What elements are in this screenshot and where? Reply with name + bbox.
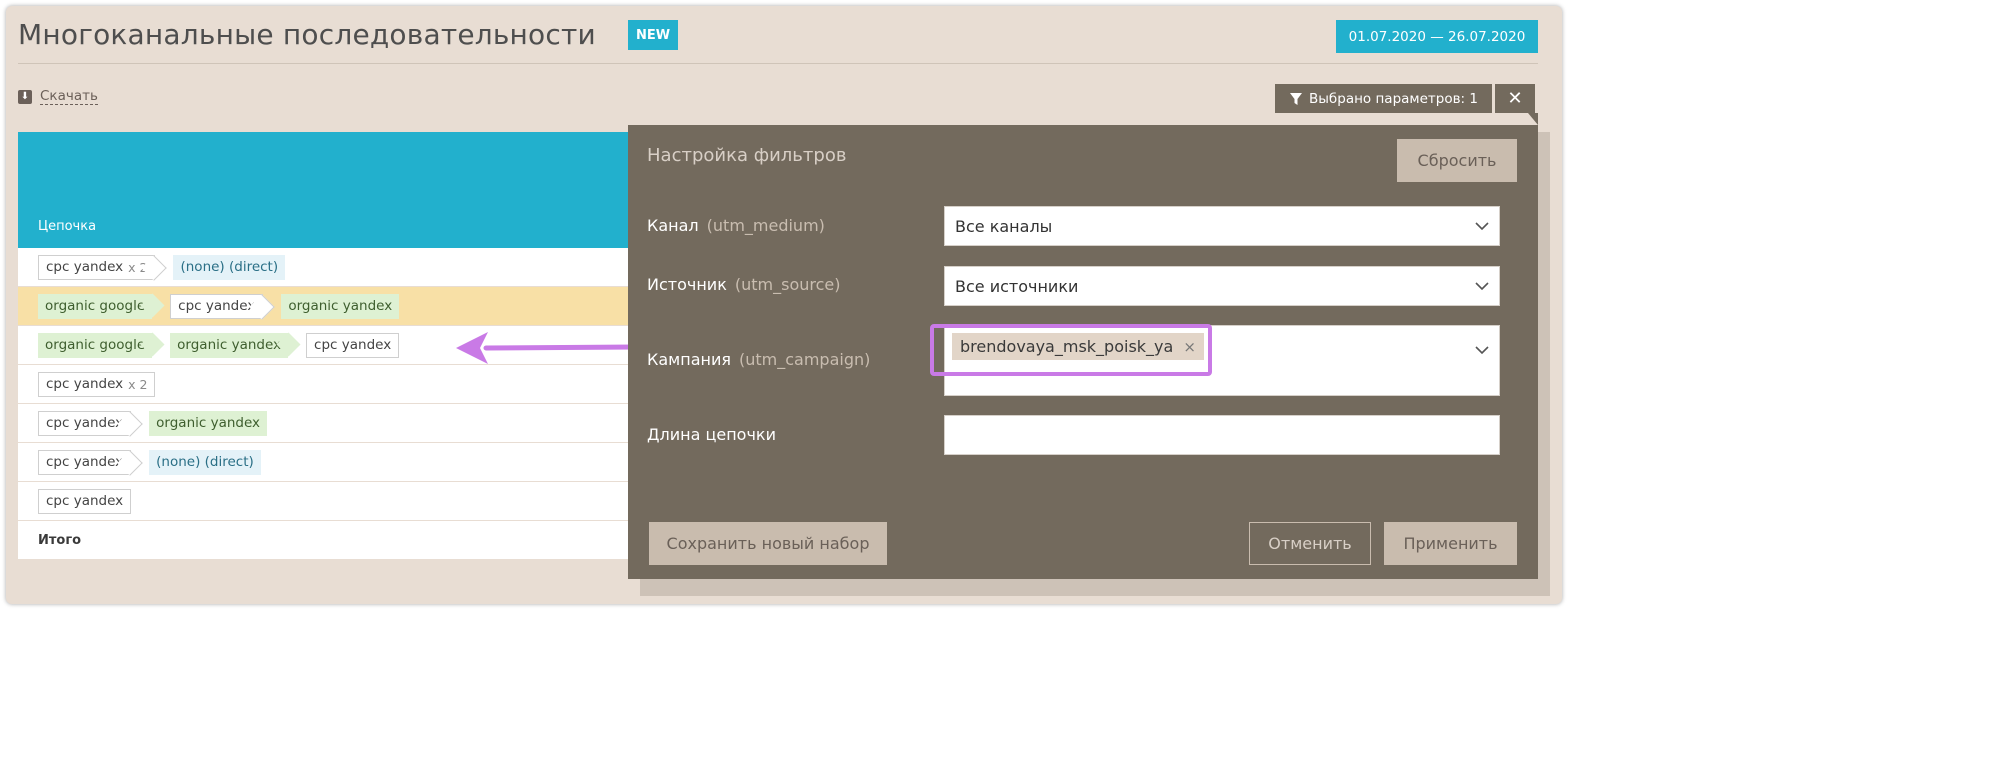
- channel-select[interactable]: Все каналы: [944, 206, 1500, 246]
- chevron-down-icon: [1475, 346, 1489, 355]
- campaign-hint: (utm_campaign): [738, 350, 871, 369]
- channel-label-text: Канал: [647, 216, 699, 235]
- table-row[interactable]: organic google cpc yandex organic yandex: [18, 287, 638, 326]
- table-header: Цепочка: [18, 132, 638, 248]
- source-select[interactable]: Все источники: [944, 266, 1500, 306]
- source-select-value: Все источники: [955, 276, 1079, 296]
- cancel-button[interactable]: Отменить: [1249, 522, 1371, 565]
- header-divider: [18, 63, 1538, 64]
- chain-step-label: cpc yandex: [178, 298, 256, 314]
- apply-button[interactable]: Применить: [1384, 522, 1517, 565]
- table-row[interactable]: cpc yandex x 2 (none) (direct): [18, 248, 638, 287]
- download-icon: ⬇: [18, 89, 32, 104]
- filter-toggle-button[interactable]: Выбрано параметров: 1: [1275, 84, 1492, 113]
- chain-step-multiplier: x 2: [128, 376, 148, 392]
- filter-panel: Настройка фильтров Сбросить Канал (utm_me…: [628, 125, 1538, 579]
- campaign-label-text: Кампания: [647, 350, 731, 369]
- chain-step-label: organic google: [45, 337, 146, 353]
- chain-step-label: organic yandex: [177, 337, 282, 353]
- filter-toggle-label: Выбрано параметров: 1: [1309, 90, 1478, 107]
- source-hint: (utm_source): [734, 275, 841, 294]
- date-range-picker[interactable]: 01.07.2020 — 26.07.2020: [1336, 20, 1538, 53]
- chevron-down-icon: [1475, 282, 1489, 291]
- chain-step-chip: organic yandex: [149, 410, 268, 436]
- total-label: Итого: [38, 532, 82, 548]
- chain-step-chip: cpc yandex x 2: [38, 371, 156, 397]
- chain-step-chip: cpc yandex: [306, 332, 400, 358]
- chain-step-label: cpc yandex: [314, 337, 392, 353]
- chain-step-label: cpc yandex: [46, 259, 124, 275]
- download-label[interactable]: Скачать: [40, 88, 98, 105]
- reset-button[interactable]: Сбросить: [1397, 139, 1517, 182]
- chain-step-chip: cpc yandex: [38, 488, 132, 514]
- table-row[interactable]: cpc yandex: [18, 482, 638, 521]
- chain-step-chip: (none) (direct): [173, 254, 286, 280]
- campaign-label: Кампания (utm_campaign): [647, 350, 870, 369]
- chain-step-chip: (none) (direct): [149, 449, 261, 475]
- filter-close-button[interactable]: ✕: [1495, 84, 1535, 113]
- chevron-down-icon: [1475, 222, 1489, 231]
- chain-step-label: cpc yandex: [46, 376, 124, 392]
- chain-step-label: organic yandex: [288, 298, 393, 314]
- chain-step-label: (none) (direct): [156, 454, 254, 470]
- funnel-icon: [1290, 92, 1302, 105]
- chain-step-chip: cpc yandex: [38, 410, 132, 436]
- panel-pointer: [1528, 113, 1538, 125]
- chain-step-label: (none) (direct): [180, 259, 279, 275]
- chain-step-chip: organic google: [38, 332, 153, 358]
- table-row[interactable]: cpc yandex x 2: [18, 365, 638, 404]
- source-label-text: Источник: [647, 275, 727, 294]
- page-title: Многоканальные последовательности: [18, 18, 596, 51]
- table-row[interactable]: cpc yandex (none) (direct): [18, 443, 638, 482]
- chain-length-label: Длина цепочки: [647, 425, 776, 444]
- chain-step-chip: cpc yandex: [38, 449, 132, 475]
- table-row[interactable]: cpc yandex organic yandex: [18, 404, 638, 443]
- chain-step-label: organic google: [45, 298, 146, 314]
- table-total-row: Итого: [18, 521, 638, 560]
- new-badge: NEW: [628, 20, 678, 50]
- chain-step-chip: organic yandex: [281, 293, 400, 319]
- app-frame: Многоканальные последовательности NEW 01…: [6, 6, 1562, 604]
- channel-select-value: Все каналы: [955, 216, 1053, 236]
- annotation-highlight-box: [930, 324, 1212, 376]
- chain-length-input[interactable]: [944, 415, 1500, 455]
- chain-step-chip: organic yandex: [170, 332, 289, 358]
- chain-step-chip: organic google: [38, 293, 153, 319]
- chain-step-label: cpc yandex: [46, 415, 124, 431]
- chain-step-label: cpc yandex: [46, 454, 124, 470]
- source-label: Источник (utm_source): [647, 275, 840, 294]
- chain-step-label: cpc yandex: [46, 493, 124, 509]
- chain-step-chip: cpc yandex: [170, 293, 264, 319]
- table-body: cpc yandex x 2 (none) (direct) organic goog…: [18, 248, 638, 521]
- channel-hint: (utm_medium): [706, 216, 825, 235]
- chain-step-chip: cpc yandex x 2: [38, 254, 156, 280]
- close-icon: ✕: [1507, 88, 1523, 109]
- download-link[interactable]: ⬇ Скачать: [18, 88, 98, 105]
- column-header-chain[interactable]: Цепочка: [38, 219, 96, 234]
- filter-panel-title: Настройка фильтров: [647, 145, 847, 166]
- chain-step-multiplier: x 2: [128, 259, 148, 275]
- channel-label: Канал (utm_medium): [647, 216, 825, 235]
- chain-step-label: organic yandex: [156, 415, 261, 431]
- save-new-set-button[interactable]: Сохранить новый набор: [649, 522, 887, 565]
